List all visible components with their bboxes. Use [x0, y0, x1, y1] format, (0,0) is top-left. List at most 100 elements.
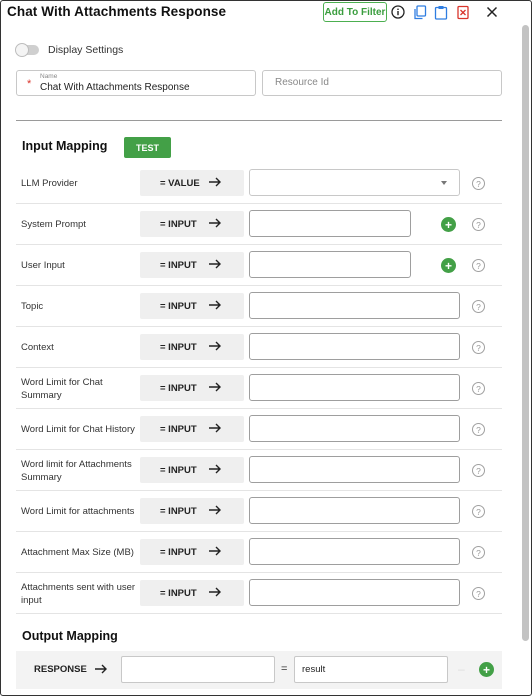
- arrow-right-icon: [208, 176, 222, 191]
- display-settings-label: Display Settings: [48, 44, 124, 56]
- mapping-type-label: = INPUT: [160, 382, 197, 394]
- help-icon[interactable]: ?: [472, 382, 485, 395]
- mapping-row-label: Word limit for Attachments Summary: [21, 458, 132, 483]
- add-input-button[interactable]: +: [441, 217, 456, 232]
- mapping-row: Attachment Max Size (MB) = INPUT?: [16, 532, 502, 573]
- mapping-input[interactable]: [249, 538, 460, 565]
- arrow-right-icon: [208, 217, 222, 232]
- vertical-scrollbar[interactable]: [522, 25, 529, 641]
- mapping-type-label: = INPUT: [160, 259, 197, 271]
- close-icon[interactable]: [484, 4, 500, 20]
- mapping-type-selector[interactable]: = INPUT: [140, 293, 244, 319]
- toggle-knob: [15, 43, 29, 57]
- mapping-row-label: Attachment Max Size (MB): [21, 547, 134, 558]
- mapping-row: Topic = INPUT?: [16, 286, 502, 327]
- mapping-row-label: Attachments sent with user input: [21, 581, 136, 606]
- info-icon[interactable]: [390, 4, 406, 20]
- help-icon[interactable]: ?: [472, 177, 485, 190]
- mapping-input[interactable]: [249, 497, 460, 524]
- mapping-row: Context = INPUT?: [16, 327, 502, 368]
- name-field-label: Name: [40, 73, 58, 80]
- help-icon[interactable]: ?: [472, 505, 485, 518]
- mapping-input[interactable]: [249, 415, 460, 442]
- delete-icon[interactable]: [455, 4, 471, 20]
- mapping-row-label: System Prompt: [21, 219, 86, 230]
- chat-with-attachments-panel: Chat With Attachments Response Add To Fi…: [0, 0, 532, 696]
- mapping-input[interactable]: [249, 210, 411, 237]
- resource-id-placeholder: Resource Id: [275, 77, 329, 88]
- mapping-row: Attachments sent with user input = INPUT?: [16, 573, 502, 614]
- help-icon[interactable]: ?: [472, 259, 485, 272]
- mapping-input[interactable]: [249, 579, 460, 606]
- add-to-filter-button[interactable]: Add To Filter: [323, 2, 387, 22]
- mapping-row-label: Word Limit for Chat Summary: [21, 376, 103, 401]
- mapping-type-label: = INPUT: [160, 464, 197, 476]
- remove-output-icon[interactable]: –: [458, 662, 465, 676]
- copy-icon[interactable]: [412, 4, 428, 20]
- arrow-right-icon: [94, 662, 108, 680]
- add-input-button[interactable]: +: [441, 258, 456, 273]
- mapping-input[interactable]: [249, 333, 460, 360]
- mapping-type-selector[interactable]: = INPUT: [140, 498, 244, 524]
- mapping-row-label: LLM Provider: [21, 178, 78, 189]
- mapping-row-label: Context: [21, 342, 54, 353]
- panel-title: Chat With Attachments Response: [7, 4, 227, 19]
- arrow-right-icon: [208, 299, 222, 314]
- output-source-input[interactable]: [121, 656, 275, 683]
- mapping-type-selector[interactable]: = INPUT: [140, 539, 244, 565]
- help-icon[interactable]: ?: [472, 464, 485, 477]
- mapping-row: LLM Provider = VALUE?: [16, 163, 502, 204]
- mapping-input[interactable]: [249, 251, 411, 278]
- mapping-type-selector[interactable]: = VALUE: [140, 170, 244, 196]
- name-field-value: Chat With Attachments Response: [40, 82, 190, 93]
- name-field[interactable]: * Name Chat With Attachments Response: [16, 70, 256, 96]
- required-marker: *: [27, 78, 32, 90]
- mapping-type-selector[interactable]: = INPUT: [140, 580, 244, 606]
- output-equals-sign: =: [281, 663, 288, 675]
- arrow-right-icon: [208, 463, 222, 478]
- mapping-row: Word Limit for Chat History = INPUT?: [16, 409, 502, 450]
- output-response-label: RESPONSE: [34, 664, 87, 675]
- mapping-type-label: = INPUT: [160, 423, 197, 435]
- help-icon[interactable]: ?: [472, 546, 485, 559]
- mapping-row: System Prompt = INPUT +?: [16, 204, 502, 245]
- mapping-type-selector[interactable]: = INPUT: [140, 375, 244, 401]
- mapping-row: User Input = INPUT +?: [16, 245, 502, 286]
- help-icon[interactable]: ?: [472, 423, 485, 436]
- mapping-input[interactable]: [249, 374, 460, 401]
- mapping-type-label: = INPUT: [160, 505, 197, 517]
- arrow-right-icon: [208, 422, 222, 437]
- mapping-type-label: = INPUT: [160, 300, 197, 312]
- mapping-input[interactable]: [249, 292, 460, 319]
- mapping-type-selector[interactable]: = INPUT: [140, 334, 244, 360]
- mapping-row: Word Limit for Chat Summary = INPUT?: [16, 368, 502, 409]
- arrow-right-icon: [208, 545, 222, 560]
- display-settings-toggle[interactable]: [15, 43, 39, 57]
- value-select[interactable]: [249, 169, 460, 196]
- help-icon[interactable]: ?: [472, 218, 485, 231]
- add-output-button[interactable]: +: [479, 662, 494, 677]
- mapping-input[interactable]: [249, 456, 460, 483]
- mapping-type-selector[interactable]: = INPUT: [140, 211, 244, 237]
- mapping-row-label: Word Limit for Chat History: [21, 424, 135, 435]
- output-mapping-title: Output Mapping: [22, 629, 118, 643]
- help-icon[interactable]: ?: [472, 300, 485, 313]
- resource-id-field[interactable]: Resource Id: [262, 70, 502, 96]
- input-mapping-title: Input Mapping: [22, 139, 108, 153]
- mapping-row-label: Word Limit for attachments: [21, 506, 135, 517]
- help-icon[interactable]: ?: [472, 341, 485, 354]
- mapping-type-selector[interactable]: = INPUT: [140, 457, 244, 483]
- mapping-type-label: = INPUT: [160, 341, 197, 353]
- mapping-row: Word Limit for attachments = INPUT?: [16, 491, 502, 532]
- paste-icon[interactable]: [433, 4, 449, 20]
- mapping-row-label: User Input: [21, 260, 65, 271]
- mapping-type-selector[interactable]: = INPUT: [140, 252, 244, 278]
- mapping-row-label: Topic: [21, 301, 44, 312]
- mapping-row: Word limit for Attachments Summary = INPU…: [16, 450, 502, 491]
- mapping-type-selector[interactable]: = INPUT: [140, 416, 244, 442]
- output-target-input[interactable]: result: [294, 656, 448, 683]
- test-button[interactable]: TEST: [124, 137, 171, 158]
- mapping-type-label: = INPUT: [160, 218, 197, 230]
- section-divider: [16, 120, 502, 121]
- help-icon[interactable]: ?: [472, 587, 485, 600]
